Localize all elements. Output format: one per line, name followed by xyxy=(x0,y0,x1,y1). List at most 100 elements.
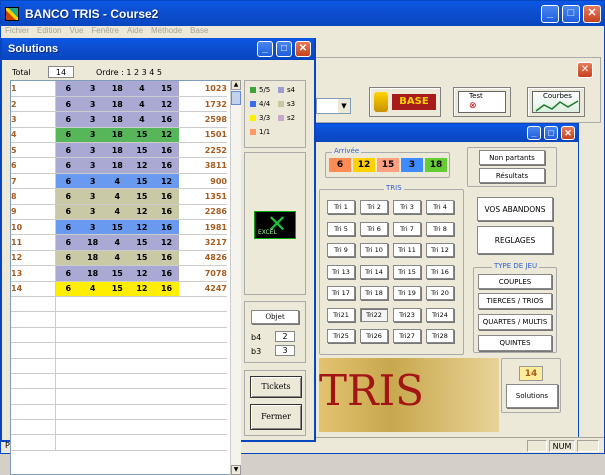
tri-button[interactable]: Tri28 xyxy=(426,329,454,343)
tri-button[interactable]: Tri24 xyxy=(426,307,454,322)
row-total: 1501 xyxy=(178,127,227,144)
horse-number: 16 xyxy=(154,142,179,159)
row-number: 10 xyxy=(11,219,57,236)
row-total: 1732 xyxy=(178,96,227,113)
tri-button[interactable]: Tri21 xyxy=(327,307,355,322)
b3-value[interactable]: 3 xyxy=(275,345,295,356)
tri-button[interactable]: Tri 20 xyxy=(426,286,454,300)
tool-pane-close-button[interactable]: ✕ xyxy=(577,62,593,78)
horse-number: 16 xyxy=(154,111,179,128)
objet-button[interactable]: Objet xyxy=(251,310,299,324)
horse-number: 6 xyxy=(55,234,81,251)
tri-button[interactable]: Tri 3 xyxy=(393,200,421,214)
courbes-button[interactable]: Courbes xyxy=(527,87,585,117)
table-row[interactable]: 1 6 3 18 4 15 1023 xyxy=(11,81,227,97)
couples-button[interactable]: COUPLES xyxy=(478,274,552,289)
close-button[interactable]: ✕ xyxy=(583,4,601,23)
tri-button[interactable]: Tri 1 xyxy=(327,200,355,214)
tri-button[interactable]: Tri 17 xyxy=(327,286,355,300)
tri-button[interactable]: Tri23 xyxy=(393,307,421,322)
solutions-title: Solutions xyxy=(8,43,59,55)
tri-button[interactable]: Tri 6 xyxy=(360,221,388,236)
legend-swatch xyxy=(250,87,256,93)
minimize-button[interactable]: _ xyxy=(541,4,559,23)
scroll-thumb[interactable] xyxy=(231,91,241,105)
tri-button[interactable]: Tri 7 xyxy=(393,221,421,236)
arrivee-number: 18 xyxy=(425,158,447,172)
excel-button[interactable]: ✕ EXCEL xyxy=(254,210,296,239)
tri-button[interactable]: Tri22 xyxy=(360,307,388,322)
course-maximize-button[interactable]: □ xyxy=(544,126,558,140)
quintes-button[interactable]: QUINTES xyxy=(478,335,552,351)
course-minimize-button[interactable]: _ xyxy=(527,126,541,140)
table-row[interactable]: 13 6 18 15 12 16 7078 xyxy=(11,265,227,282)
horse-number: 3 xyxy=(80,204,105,221)
table-row[interactable]: 4 6 3 18 15 12 1501 xyxy=(11,127,227,144)
table-row[interactable]: 9 6 3 4 12 16 2286 xyxy=(11,204,227,221)
scroll-down-icon[interactable]: ▼ xyxy=(231,465,241,475)
legend-item: 3/3 xyxy=(250,114,270,122)
tickets-button[interactable]: Tickets xyxy=(250,376,302,398)
tri-button[interactable]: Tri25 xyxy=(327,329,355,343)
main-titlebar[interactable]: BANCO TRIS - Course2 _ □ ✕ xyxy=(1,1,604,26)
tri-button[interactable]: Tri 11 xyxy=(393,243,421,257)
b4-value[interactable]: 2 xyxy=(275,331,295,342)
tri-button[interactable]: Tri 4 xyxy=(426,200,454,214)
tri-button[interactable]: Tri 5 xyxy=(327,221,355,236)
fermer-button[interactable]: Fermer xyxy=(250,404,302,430)
course-close-button[interactable]: ✕ xyxy=(561,126,575,140)
tri-button[interactable]: Tri 14 xyxy=(360,264,388,279)
table-row[interactable]: 14 6 4 15 12 16 4247 xyxy=(11,281,227,297)
tri-button[interactable]: Tri27 xyxy=(393,329,421,343)
table-row[interactable]: 7 6 3 4 15 12 900 xyxy=(11,173,227,190)
legend-label: 1/1 xyxy=(259,128,271,136)
table-row[interactable]: 12 6 18 4 15 16 4826 xyxy=(11,250,227,267)
maximize-button[interactable]: □ xyxy=(562,4,580,23)
test-button[interactable]: Test ⊗ xyxy=(453,87,511,117)
reglages-button[interactable]: REGLAGES xyxy=(477,226,553,254)
table-row[interactable]: 3 6 3 18 4 16 2598 xyxy=(11,111,227,128)
empty-row xyxy=(11,327,227,344)
chevron-down-icon[interactable]: ▼ xyxy=(338,99,350,113)
tri-button[interactable]: Tri 18 xyxy=(360,286,388,300)
table-row[interactable]: 2 6 3 18 4 12 1732 xyxy=(11,96,227,113)
tri-button[interactable]: Tri26 xyxy=(360,329,388,343)
solutions-grid[interactable]: 1 6 3 18 4 15 1023 2 6 3 18 4 12 1732 3 6 3 18 4 16 2598 4 6 3 1… xyxy=(10,80,239,475)
table-row[interactable]: 11 6 18 4 15 12 3217 xyxy=(11,234,227,251)
solutions-maximize-button[interactable]: □ xyxy=(276,41,292,57)
tierces-trios-button[interactable]: TIERCES / TRIOS xyxy=(478,293,552,309)
horse-number: 15 xyxy=(154,81,179,97)
solutions-minimize-button[interactable]: _ xyxy=(257,41,273,57)
tri-button[interactable]: Tri 2 xyxy=(360,200,388,214)
table-row[interactable]: 5 6 3 18 15 16 2252 xyxy=(11,142,227,159)
objet-panel: Objet b4 2 b3 3 xyxy=(244,301,306,363)
vos-abandons-button[interactable]: VOS ABANDONS xyxy=(477,197,553,221)
horse-number: 3 xyxy=(80,96,105,113)
tri-button[interactable]: Tri 15 xyxy=(393,264,421,279)
quartes-multis-button[interactable]: QUARTES / MULTIS xyxy=(478,314,552,330)
tri-button[interactable]: Tri 16 xyxy=(426,264,454,279)
solutions-close-button[interactable]: ✕ xyxy=(295,41,311,57)
tri-button[interactable]: Tri 19 xyxy=(393,286,421,300)
tri-button[interactable]: Tri 10 xyxy=(360,243,388,257)
solutions-window: Solutions _ □ ✕ Total 14 Ordre : 1 2 3 4… xyxy=(0,38,316,475)
tri-button[interactable]: Tri 9 xyxy=(327,243,355,257)
scroll-up-icon[interactable]: ▲ xyxy=(231,80,241,90)
b3-label: b3 xyxy=(251,347,262,356)
course-titlebar[interactable]: _ □ ✕ xyxy=(312,124,578,142)
table-row[interactable]: 10 6 3 15 12 16 1981 xyxy=(11,219,227,236)
table-row[interactable]: 6 6 3 18 12 16 3811 xyxy=(11,157,227,174)
course-combo[interactable]: ▼ xyxy=(316,98,351,114)
table-row[interactable]: 8 6 3 4 15 16 1351 xyxy=(11,188,227,205)
base-button[interactable]: BASE xyxy=(369,87,441,117)
row-total: 7078 xyxy=(178,265,227,282)
solutions-open-button[interactable]: Solutions xyxy=(506,384,558,408)
horse-number: 4 xyxy=(104,234,130,251)
tri-button[interactable]: Tri 12 xyxy=(426,243,454,257)
horse-number: 3 xyxy=(80,188,105,205)
horse-number: 4 xyxy=(129,96,155,113)
grid-scrollbar[interactable]: ▲ ▼ xyxy=(230,80,241,475)
tri-button[interactable]: Tri 8 xyxy=(426,221,454,236)
solutions-titlebar[interactable]: Solutions _ □ ✕ xyxy=(2,38,314,60)
tri-button[interactable]: Tri 13 xyxy=(327,264,355,279)
